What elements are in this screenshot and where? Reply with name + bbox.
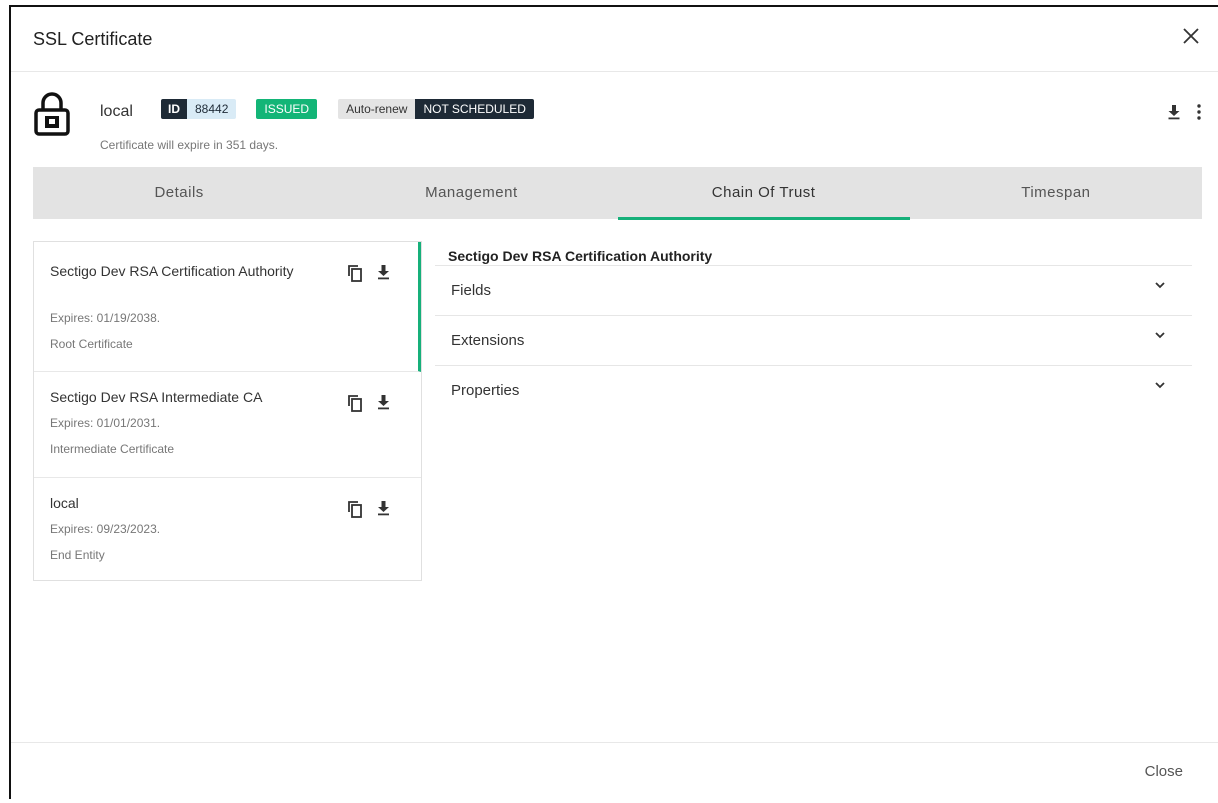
chain-item-expires: Expires: 09/23/2023. (50, 522, 161, 536)
close-icon[interactable] (1178, 23, 1204, 49)
accordion-label: Properties (451, 382, 520, 399)
detail-title: Sectigo Dev RSA Certification Authority (448, 248, 713, 264)
chain-item-type: Root Certificate (50, 337, 133, 351)
id-badge-value: 88442 (187, 99, 237, 119)
expiry-text: Certificate will expire in 351 days. (100, 138, 279, 152)
chain-item-type: End Entity (50, 548, 105, 562)
status-badge: ISSUED (256, 99, 318, 119)
accordion-label: Fields (451, 282, 492, 299)
more-vert-icon[interactable] (1191, 102, 1207, 122)
id-badge-label: ID (161, 99, 187, 119)
chain-item-name: Sectigo Dev RSA Certification Authority (50, 263, 294, 279)
dialog-footer: Close (11, 742, 1218, 803)
chain-item-expires: Expires: 01/01/2031. (50, 416, 161, 430)
tab-timespan[interactable]: Timespan (910, 167, 1202, 219)
copy-icon[interactable] (347, 264, 363, 282)
download-icon[interactable] (377, 264, 390, 280)
accordion-label: Extensions (451, 332, 525, 349)
download-icon[interactable] (377, 394, 390, 410)
certificate-badges: ID 88442 ISSUED Auto-renew NOT SCHEDULED (161, 99, 534, 119)
download-icon[interactable] (1167, 104, 1181, 120)
copy-icon[interactable] (347, 394, 363, 412)
chevron-down-icon (1155, 332, 1165, 339)
accordion-fields[interactable]: Fields (435, 265, 1192, 315)
download-icon[interactable] (377, 500, 390, 516)
chain-item-intermediate[interactable]: Sectigo Dev RSA Intermediate CA Expires:… (34, 372, 421, 478)
chevron-down-icon (1155, 382, 1165, 389)
chain-item-end-entity[interactable]: local Expires: 09/23/2023. End Entity (34, 478, 421, 580)
ssl-certificate-dialog: SSL Certificate local ID 88442 ISSUED Au… (9, 5, 1218, 799)
copy-icon[interactable] (347, 500, 363, 518)
tab-management[interactable]: Management (325, 167, 617, 219)
dialog-header: SSL Certificate (11, 7, 1218, 72)
chain-item-type: Intermediate Certificate (50, 442, 175, 456)
chain-item-name: Sectigo Dev RSA Intermediate CA (50, 389, 263, 405)
tab-details[interactable]: Details (33, 167, 325, 219)
chain-item-root[interactable]: Sectigo Dev RSA Certification Authority … (34, 242, 421, 372)
tab-chain-of-trust[interactable]: Chain Of Trust (617, 167, 911, 220)
chain-item-name: local (50, 495, 79, 511)
auto-renew-status: NOT SCHEDULED (415, 99, 534, 119)
tab-bar: Details Management Chain Of Trust Timesp… (33, 167, 1202, 220)
lock-icon (34, 92, 70, 136)
certificate-chain-list: Sectigo Dev RSA Certification Authority … (33, 241, 422, 581)
certificate-summary: local ID 88442 ISSUED Auto-renew NOT SCH… (11, 71, 1218, 171)
accordion-properties[interactable]: Properties (435, 365, 1192, 415)
chain-item-expires: Expires: 01/19/2038. (50, 311, 161, 325)
auto-renew-label: Auto-renew (338, 99, 416, 119)
accordion-extensions[interactable]: Extensions (435, 315, 1192, 365)
certificate-name: local (100, 103, 133, 120)
dialog-title: SSL Certificate (33, 29, 153, 49)
chevron-down-icon (1155, 282, 1165, 289)
close-button[interactable]: Close (1145, 763, 1183, 780)
